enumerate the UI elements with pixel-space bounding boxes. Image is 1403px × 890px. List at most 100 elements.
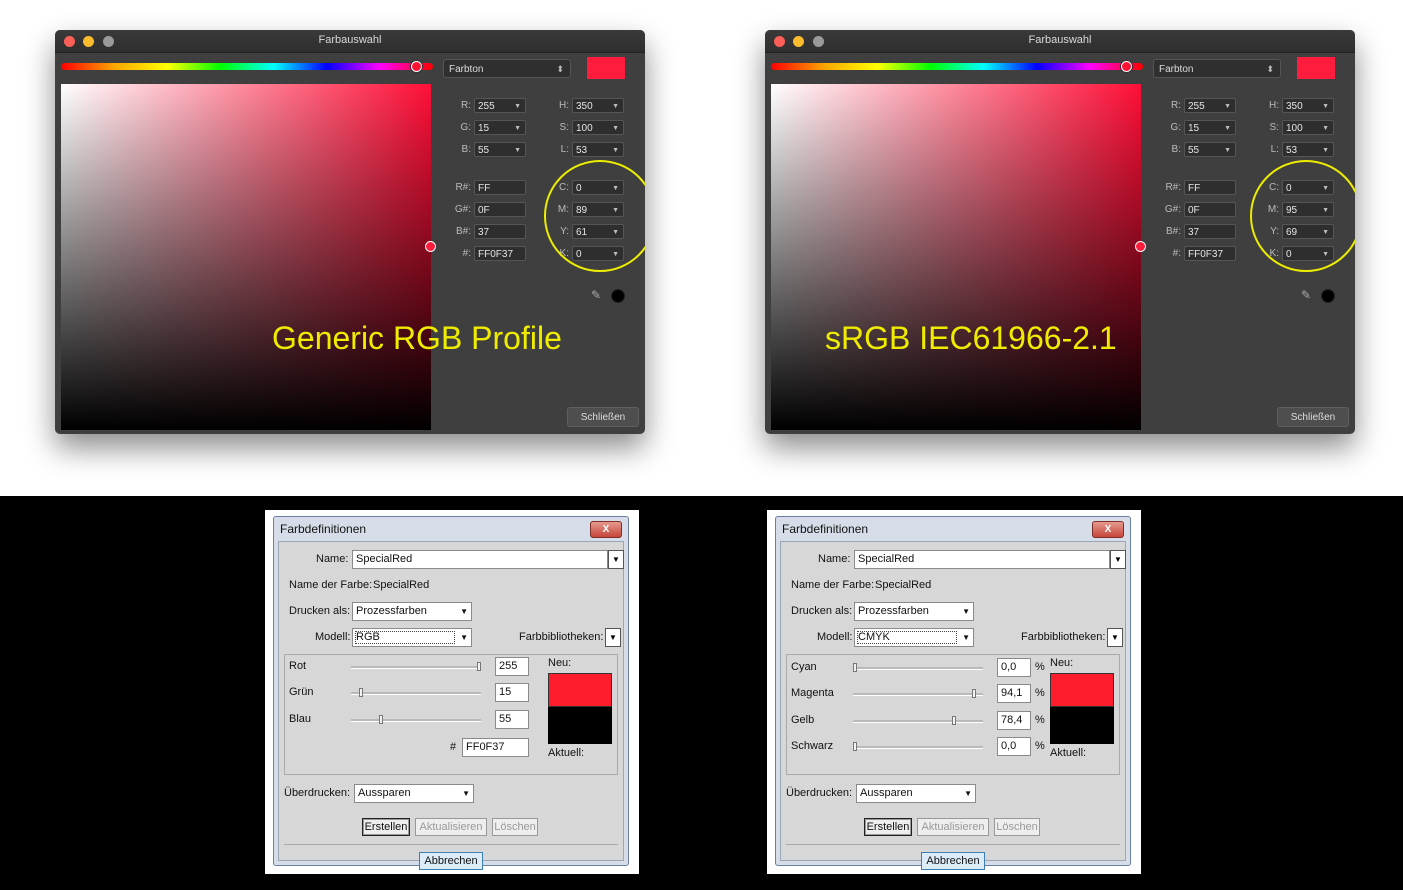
g-field[interactable]: 15 ▼ [1184, 120, 1236, 135]
slider-thumb[interactable] [971, 689, 976, 698]
hue-slider[interactable] [61, 63, 433, 70]
print-as-label: Drucken als: [289, 605, 351, 617]
dropdown-icon: ▼ [460, 633, 468, 642]
saturation-brightness-square[interactable] [771, 84, 1141, 430]
slider-track[interactable] [351, 692, 481, 695]
g-hex-field[interactable]: 0F [474, 202, 526, 217]
slider-thumb[interactable] [477, 662, 481, 671]
h-value: 350 [576, 101, 593, 112]
r-value: 255 [1188, 101, 1205, 112]
slider-value-input[interactable]: 15 [495, 683, 529, 702]
b-field[interactable]: 55 ▼ [1184, 142, 1236, 157]
overprint-value: Aussparen [860, 787, 913, 799]
slider-value-input[interactable]: 55 [495, 710, 529, 729]
current-color-swatch[interactable] [1297, 57, 1335, 79]
name-input[interactable]: SpecialRed [854, 550, 1110, 569]
libraries-dropdown-icon[interactable]: ▼ [605, 628, 621, 647]
slider-track[interactable] [351, 719, 481, 722]
name-input[interactable]: SpecialRed [352, 550, 608, 569]
slider-value-input[interactable]: 94,1 [997, 684, 1031, 703]
hue-slider-knob[interactable] [411, 61, 422, 72]
percent-label: % [1035, 661, 1045, 673]
new-label: Neu: [1050, 657, 1074, 669]
print-as-select[interactable]: Prozessfarben ▼ [854, 602, 974, 621]
color-well-icon[interactable] [1321, 289, 1335, 303]
mode-select[interactable]: Farbton ⬍ [443, 59, 571, 78]
name-dropdown-icon[interactable]: ▼ [608, 550, 624, 569]
eyedropper-icon[interactable]: ✎ [1301, 288, 1315, 302]
slider-track[interactable] [853, 693, 983, 696]
g-field[interactable]: 15 ▼ [474, 120, 526, 135]
l-field[interactable]: 53 ▼ [572, 142, 624, 157]
s-field[interactable]: 100 ▼ [572, 120, 624, 135]
update-button[interactable]: Aktualisieren [415, 818, 487, 836]
name-dropdown-icon[interactable]: ▼ [1110, 550, 1126, 569]
label-g: G: [1170, 122, 1181, 133]
overprint-select[interactable]: Aussparen ▼ [856, 784, 976, 803]
libraries-dropdown-icon[interactable]: ▼ [1107, 628, 1123, 647]
r-hex-field[interactable]: FF [1184, 180, 1236, 195]
slider-track[interactable] [853, 720, 983, 723]
title-bar: Farbauswahl [765, 30, 1355, 53]
update-button[interactable]: Aktualisieren [917, 818, 989, 836]
cancel-button[interactable]: Abbrechen [921, 852, 985, 870]
hex-input[interactable]: FF0F37 [462, 738, 529, 757]
overprint-label: Überdrucken: [786, 787, 853, 799]
model-select[interactable]: RGB ▼ [352, 628, 472, 647]
close-icon[interactable]: X [590, 521, 622, 538]
dialog-title: Farbdefinitionen [782, 522, 869, 536]
slider-thumb[interactable] [358, 688, 363, 697]
color-picker-knob[interactable] [425, 241, 436, 252]
slider-track[interactable] [853, 746, 983, 749]
cancel-button[interactable]: Abbrechen [419, 852, 483, 870]
close-button[interactable]: Schließen [567, 407, 639, 427]
s-field[interactable]: 100 ▼ [1282, 120, 1334, 135]
r-hex-field[interactable]: FF [474, 180, 526, 195]
overprint-select[interactable]: Aussparen ▼ [354, 784, 474, 803]
label-g-hex: G#: [1164, 204, 1181, 215]
b-hex-field[interactable]: 37 [1184, 224, 1236, 239]
slider-value-input[interactable]: 78,4 [997, 711, 1031, 730]
delete-button[interactable]: Löschen [492, 818, 538, 836]
model-select[interactable]: CMYK ▼ [854, 628, 974, 647]
print-as-select[interactable]: Prozessfarben ▼ [352, 602, 472, 621]
saturation-brightness-square[interactable] [61, 84, 431, 430]
hex-field[interactable]: FF0F37 [1184, 246, 1236, 261]
slider-value-input[interactable]: 0,0 [997, 658, 1031, 677]
color-picker-knob[interactable] [1135, 241, 1146, 252]
mode-select-value: Farbton [449, 64, 484, 75]
slider-thumb[interactable] [378, 715, 383, 724]
create-button[interactable]: Erstellen [864, 818, 912, 836]
color-well-icon[interactable] [611, 289, 625, 303]
dropdown-icon: ▼ [1224, 125, 1231, 132]
slider-thumb[interactable] [853, 742, 857, 751]
slider-thumb[interactable] [853, 663, 857, 672]
slider-value-input[interactable]: 0,0 [997, 737, 1031, 756]
current-color-swatch[interactable] [587, 57, 625, 79]
r-field[interactable]: 255 ▼ [1184, 98, 1236, 113]
model-value: RGB [356, 631, 380, 643]
slider-track[interactable] [853, 667, 983, 670]
close-icon[interactable]: X [1092, 521, 1124, 538]
slider-track[interactable] [351, 666, 481, 669]
create-button[interactable]: Erstellen [362, 818, 410, 836]
delete-button[interactable]: Löschen [994, 818, 1040, 836]
b-hex-field[interactable]: 37 [474, 224, 526, 239]
hue-slider-knob[interactable] [1121, 61, 1132, 72]
eyedropper-icon[interactable]: ✎ [591, 288, 605, 302]
close-button[interactable]: Schließen [1277, 407, 1349, 427]
h-field[interactable]: 350 ▼ [572, 98, 624, 113]
hue-slider[interactable] [771, 63, 1143, 70]
r-field[interactable]: 255 ▼ [474, 98, 526, 113]
color-name-value: SpecialRed [875, 579, 932, 591]
b-field[interactable]: 55 ▼ [474, 142, 526, 157]
h-field[interactable]: 350 ▼ [1282, 98, 1334, 113]
mode-select[interactable]: Farbton ⬍ [1153, 59, 1281, 78]
slider-thumb[interactable] [951, 716, 956, 725]
hex-field[interactable]: FF0F37 [474, 246, 526, 261]
dropdown-icon: ▼ [1224, 103, 1231, 110]
g-hex-field[interactable]: 0F [1184, 202, 1236, 217]
l-value: 53 [1286, 145, 1298, 156]
slider-value-input[interactable]: 255 [495, 657, 529, 676]
l-field[interactable]: 53 ▼ [1282, 142, 1334, 157]
